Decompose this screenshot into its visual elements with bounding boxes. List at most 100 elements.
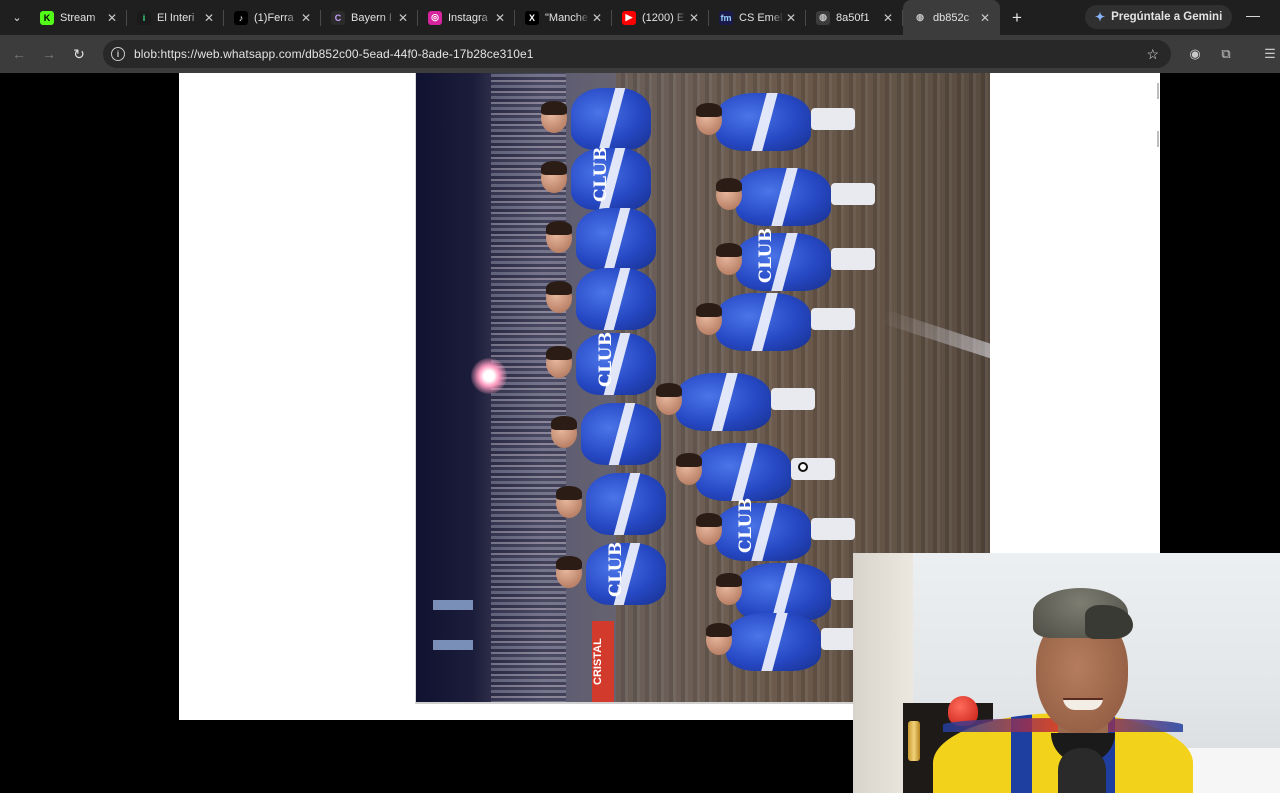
jersey-club-text: CLUB bbox=[756, 227, 776, 283]
youtube-icon: ▶ bbox=[622, 10, 636, 25]
jersey-club-text: CLUB bbox=[606, 541, 626, 597]
kick-icon: K bbox=[40, 10, 54, 25]
tab-close-icon[interactable]: ✕ bbox=[202, 11, 216, 25]
scroll-marker-top[interactable] bbox=[1157, 83, 1159, 99]
tab-title: 8a50f1 bbox=[836, 11, 870, 24]
tab-close-icon[interactable]: ✕ bbox=[493, 11, 507, 25]
tab[interactable]: fm CS Emel ✕ bbox=[709, 0, 806, 35]
tab[interactable]: K Stream ✕ bbox=[30, 0, 127, 35]
tab[interactable]: ♪ (1)Ferra ✕ bbox=[224, 0, 321, 35]
jersey-club-text: CLUB bbox=[596, 331, 616, 387]
gemini-button[interactable]: ✦ Pregúntale a Gemini bbox=[1085, 5, 1233, 29]
jersey-club-text: CLUB bbox=[591, 146, 611, 202]
tab-close-icon[interactable]: ✕ bbox=[978, 11, 992, 25]
cristal-ad-board: CRISTAL bbox=[592, 621, 614, 702]
player-shorts bbox=[831, 183, 875, 205]
tab-search-chevron-icon[interactable]: ⌄ bbox=[4, 5, 30, 31]
address-url[interactable]: blob:https://web.whatsapp.com/db852c00-5… bbox=[134, 47, 534, 61]
bookmark-star-icon[interactable]: ☆ bbox=[1146, 46, 1159, 63]
jersey-stripe bbox=[770, 168, 798, 226]
player-jersey bbox=[736, 233, 831, 291]
scroll-marker-bottom[interactable] bbox=[1157, 131, 1159, 147]
jersey-stripe bbox=[603, 268, 630, 330]
player-hair bbox=[551, 416, 577, 430]
tab-close-icon[interactable]: ✕ bbox=[299, 11, 313, 25]
reload-icon[interactable]: ↻ bbox=[64, 39, 94, 69]
gemini-label: Pregúntale a Gemini bbox=[1111, 11, 1223, 23]
player-shorts bbox=[811, 308, 855, 330]
player-hair bbox=[546, 346, 572, 360]
page-content: CRISTAL CLUB CLUB CLUB CLUB CLUB bbox=[0, 73, 1280, 793]
address-bar[interactable]: i blob:https://web.whatsapp.com/db852c00… bbox=[103, 40, 1171, 68]
webcam-smile bbox=[1063, 698, 1103, 710]
webcam-microphone bbox=[1058, 748, 1106, 793]
new-tab-button[interactable]: + bbox=[1004, 5, 1030, 31]
player-jersey bbox=[716, 93, 811, 151]
player-jersey bbox=[576, 268, 656, 330]
jersey-stripe bbox=[603, 208, 630, 270]
player-shorts bbox=[811, 518, 855, 540]
player-hair bbox=[546, 281, 572, 295]
tab[interactable]: i El Interi ✕ bbox=[127, 0, 224, 35]
player-hair bbox=[676, 453, 702, 467]
globe-icon: ◍ bbox=[816, 10, 830, 25]
webcam-trophy bbox=[908, 721, 920, 761]
media-control-icon[interactable]: ◉ bbox=[1181, 40, 1209, 68]
side-panel-icon[interactable]: ☰ bbox=[1256, 40, 1280, 68]
tab-title: db852c bbox=[933, 11, 970, 24]
browser-toolbar: ← → ↻ i blob:https://web.whatsapp.com/db… bbox=[0, 35, 1280, 73]
mouse-cursor bbox=[798, 462, 808, 472]
tab-close-icon[interactable]: ✕ bbox=[396, 11, 410, 25]
tab-close-icon[interactable]: ✕ bbox=[881, 11, 895, 25]
extensions-puzzle-icon[interactable]: ⧉ bbox=[1212, 40, 1240, 68]
webcam-overlay bbox=[853, 553, 1280, 793]
interia-icon: i bbox=[137, 10, 151, 25]
player-hair bbox=[556, 486, 582, 500]
tab-title: "Manche bbox=[545, 11, 589, 24]
site-info-icon[interactable]: i bbox=[111, 47, 125, 61]
player-hair bbox=[716, 573, 742, 587]
player-hair bbox=[541, 161, 567, 175]
jersey-stripe bbox=[750, 293, 778, 351]
player-hair bbox=[546, 221, 572, 235]
forward-arrow-icon[interactable]: → bbox=[34, 39, 64, 69]
stadium-light-flare bbox=[471, 358, 507, 394]
tab-close-icon[interactable]: ✕ bbox=[105, 11, 119, 25]
player-jersey bbox=[576, 208, 656, 270]
tab-title: El Interi bbox=[157, 11, 195, 24]
tab-close-icon[interactable]: ✕ bbox=[590, 11, 604, 25]
player-jersey bbox=[696, 443, 791, 501]
jersey-stripe bbox=[730, 443, 758, 501]
x-icon: X bbox=[525, 10, 539, 25]
tab[interactable]: C Bayern I ✕ bbox=[321, 0, 418, 35]
stand-sign bbox=[433, 640, 473, 650]
player-jersey bbox=[571, 148, 651, 210]
player-hair bbox=[696, 103, 722, 117]
jersey-stripe bbox=[750, 93, 778, 151]
player-shorts bbox=[811, 108, 855, 130]
player-hair bbox=[556, 556, 582, 570]
tab[interactable]: ▶ (1200) E ✕ bbox=[612, 0, 709, 35]
player-jersey bbox=[576, 333, 656, 395]
player-hair bbox=[706, 623, 732, 637]
tab-list: K Stream ✕ i El Interi ✕ ♪ (1)Ferra ✕ C Bayern I ✕ ◎… bbox=[30, 0, 1000, 35]
player-hair bbox=[716, 243, 742, 257]
tab-title: CS Emel bbox=[739, 11, 783, 24]
tab[interactable]: ◎ Instagra ✕ bbox=[418, 0, 515, 35]
tab[interactable]: ◍ 8a50f1 ✕ bbox=[806, 0, 903, 35]
tab[interactable]: ◍ db852c ✕ bbox=[903, 0, 1000, 35]
tab-close-icon[interactable]: ✕ bbox=[784, 11, 798, 25]
tab-title: Stream bbox=[60, 11, 96, 24]
minimize-window-button[interactable]: — bbox=[1246, 7, 1260, 23]
player-jersey bbox=[736, 168, 831, 226]
tab-title: (1200) E bbox=[642, 11, 685, 24]
tiktok-icon: ♪ bbox=[234, 10, 248, 25]
globe-icon: ◍ bbox=[913, 10, 927, 25]
player-hair bbox=[656, 383, 682, 397]
back-arrow-icon[interactable]: ← bbox=[4, 39, 34, 69]
tab[interactable]: X "Manche ✕ bbox=[515, 0, 612, 35]
tab-close-icon[interactable]: ✕ bbox=[687, 11, 701, 25]
player-jersey bbox=[571, 88, 651, 150]
tab-strip: ⌄ K Stream ✕ i El Interi ✕ ♪ (1)Ferra ✕ C Bayern I… bbox=[0, 0, 1280, 35]
jersey-stripe bbox=[710, 373, 738, 431]
